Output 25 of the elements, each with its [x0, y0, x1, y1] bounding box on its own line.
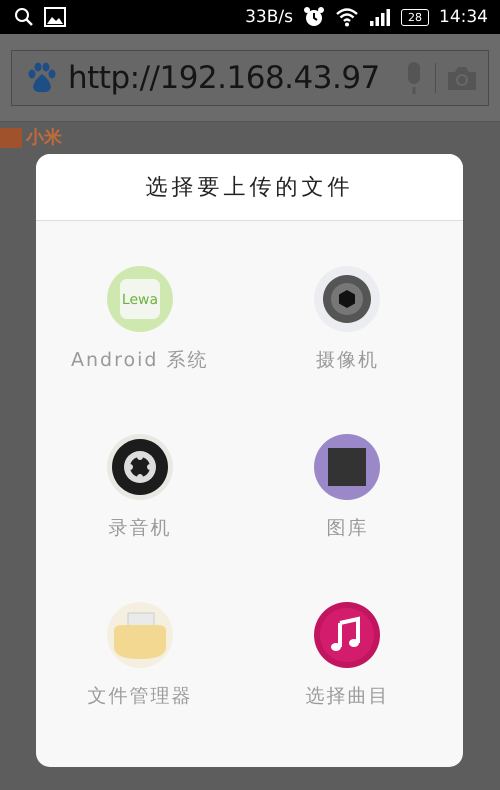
- network-speed: 33B/s: [245, 7, 293, 27]
- option-button[interactable]: 选择曲目: [305, 601, 390, 709]
- option-button[interactable]: 摄像机: [313, 265, 382, 373]
- option-button[interactable]: 文件管理器: [87, 601, 192, 709]
- battery-indicator: 28: [401, 8, 429, 26]
- clock-time: 14:34: [439, 7, 488, 27]
- search-icon: [14, 7, 34, 27]
- paw-icon: [26, 62, 58, 94]
- option-button[interactable]: Lewa Android 系统: [71, 265, 208, 373]
- wifi-icon: [335, 7, 359, 27]
- folder-icon: [106, 601, 174, 669]
- site-logo: 小米: [26, 127, 62, 149]
- logo-icon: [0, 128, 22, 148]
- option-button[interactable]: 图库: [313, 433, 382, 541]
- reel-icon: [106, 433, 174, 501]
- dialog-title: 选择要上传的文件: [146, 174, 354, 202]
- option-button[interactable]: 录音机: [106, 433, 174, 541]
- app-icon: Lewa: [106, 265, 174, 333]
- lens-icon: [313, 265, 382, 333]
- image-icon: [44, 7, 66, 27]
- gallery-icon: [313, 433, 382, 501]
- url-field[interactable]: http://192.168.43.97: [11, 50, 489, 106]
- music-note-icon: [313, 601, 382, 669]
- signal-icon: [369, 8, 391, 26]
- alarm-icon: [303, 6, 325, 28]
